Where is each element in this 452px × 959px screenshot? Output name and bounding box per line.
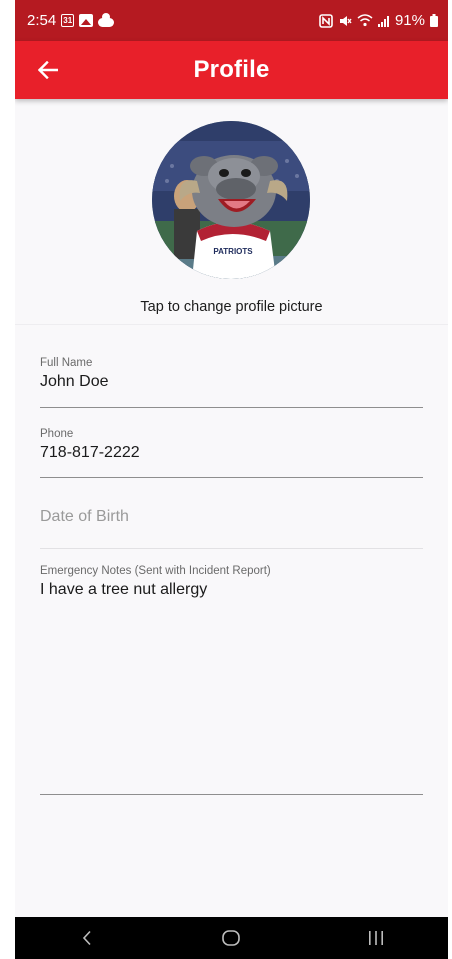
- screen: 2:54 31 91% Profile PATRIOTS Tap to chan…: [15, 0, 448, 959]
- date-of-birth-underline: [40, 548, 423, 549]
- emergency-notes-value: I have a tree nut allergy: [40, 581, 208, 598]
- date-of-birth-placeholder: Date of Birth: [40, 508, 129, 525]
- mascot-photo: PATRIOTS: [152, 121, 310, 279]
- phone-label: Phone: [40, 428, 74, 440]
- mute-icon: [339, 15, 352, 26]
- system-nav-bar: [15, 917, 448, 959]
- phone-field[interactable]: Phone 718-817-2222: [40, 428, 423, 480]
- change-picture-caption[interactable]: Tap to change profile picture: [15, 299, 448, 315]
- divider: [15, 324, 448, 325]
- signal-icon: [377, 15, 389, 27]
- status-right: 91%: [319, 12, 438, 29]
- profile-picture[interactable]: PATRIOTS: [152, 121, 310, 279]
- back-button[interactable]: [33, 55, 63, 85]
- battery-icon: [430, 14, 438, 27]
- phone-value: 718-817-2222: [40, 444, 140, 461]
- home-icon: [222, 930, 241, 946]
- arrow-left-icon: [38, 61, 58, 79]
- gallery-icon: [79, 14, 94, 27]
- date-of-birth-field[interactable]: Date of Birth: [40, 508, 423, 550]
- status-left: 2:54 31: [27, 12, 115, 29]
- full-name-underline: [40, 407, 423, 408]
- back-icon: [83, 930, 91, 946]
- full-name-value: John Doe: [40, 373, 109, 390]
- emergency-notes-label: Emergency Notes (Sent with Incident Repo…: [40, 565, 271, 577]
- cloud-icon: [98, 12, 115, 27]
- phone-underline: [40, 477, 423, 478]
- page-title: Profile: [193, 56, 270, 83]
- jersey-text: PATRIOTS: [213, 247, 253, 256]
- nav-recents-button[interactable]: [346, 917, 406, 959]
- app-bar: Profile: [15, 41, 448, 99]
- recents-icon: [368, 931, 383, 945]
- full-name-field[interactable]: Full Name John Doe: [40, 357, 423, 409]
- nav-home-button[interactable]: [201, 917, 261, 959]
- emergency-notes-underline: [40, 794, 423, 795]
- calendar-icon: 31: [61, 14, 75, 27]
- emergency-notes-field[interactable]: Emergency Notes (Sent with Incident Repo…: [40, 565, 423, 797]
- status-bar: 2:54 31 91%: [15, 0, 448, 41]
- wifi-icon: [357, 14, 373, 27]
- nfc-icon: [319, 13, 333, 28]
- status-time: 2:54: [27, 12, 57, 29]
- nav-back-button[interactable]: [57, 917, 117, 959]
- full-name-label: Full Name: [40, 357, 93, 369]
- battery-level: 91%: [394, 12, 425, 29]
